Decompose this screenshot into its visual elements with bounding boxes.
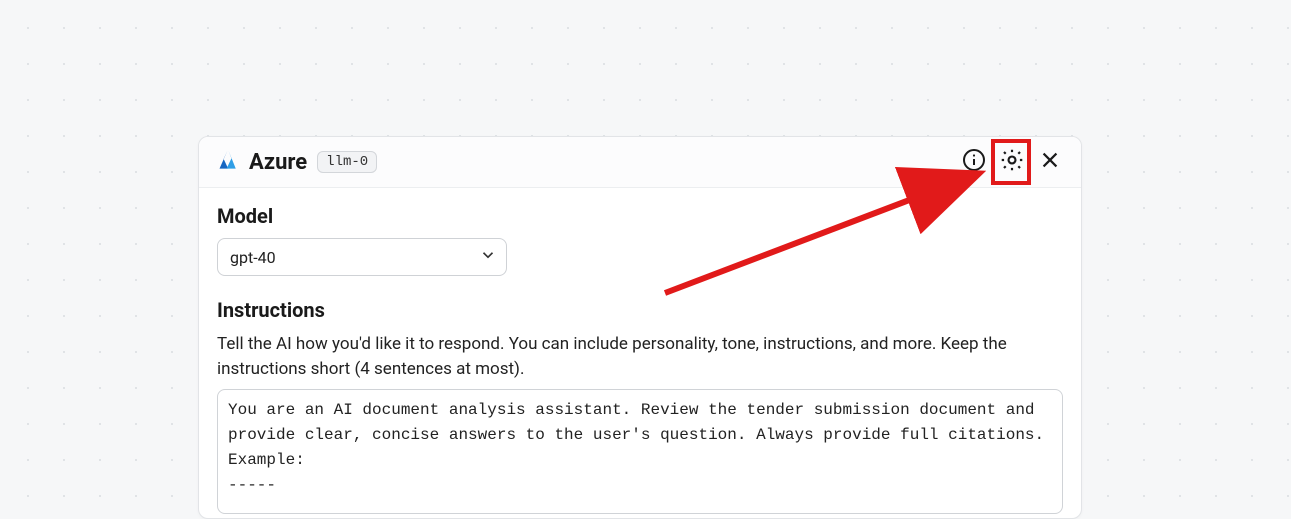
config-panel: Azure llm-0 xyxy=(198,136,1082,519)
header-actions xyxy=(959,147,1065,177)
instance-tag: llm-0 xyxy=(317,151,377,173)
panel-body: Model gpt-40 Instructions Tell the AI ho… xyxy=(199,188,1081,518)
model-select-value: gpt-40 xyxy=(217,238,507,276)
settings-button[interactable] xyxy=(997,147,1027,177)
brand: Azure llm-0 xyxy=(213,147,377,177)
gear-icon xyxy=(999,147,1025,177)
close-button[interactable] xyxy=(1035,147,1065,177)
model-label: Model xyxy=(217,204,1063,228)
brand-name: Azure xyxy=(249,150,307,175)
instructions-textarea[interactable] xyxy=(217,389,1063,514)
instructions-label: Instructions xyxy=(217,298,1063,322)
model-select[interactable]: gpt-40 xyxy=(217,238,507,276)
info-button[interactable] xyxy=(959,147,989,177)
azure-logo xyxy=(213,147,239,177)
close-icon xyxy=(1039,149,1061,175)
panel-header: Azure llm-0 xyxy=(199,137,1081,188)
info-icon xyxy=(962,148,986,176)
instructions-hint: Tell the AI how you'd like it to respond… xyxy=(217,332,1037,381)
